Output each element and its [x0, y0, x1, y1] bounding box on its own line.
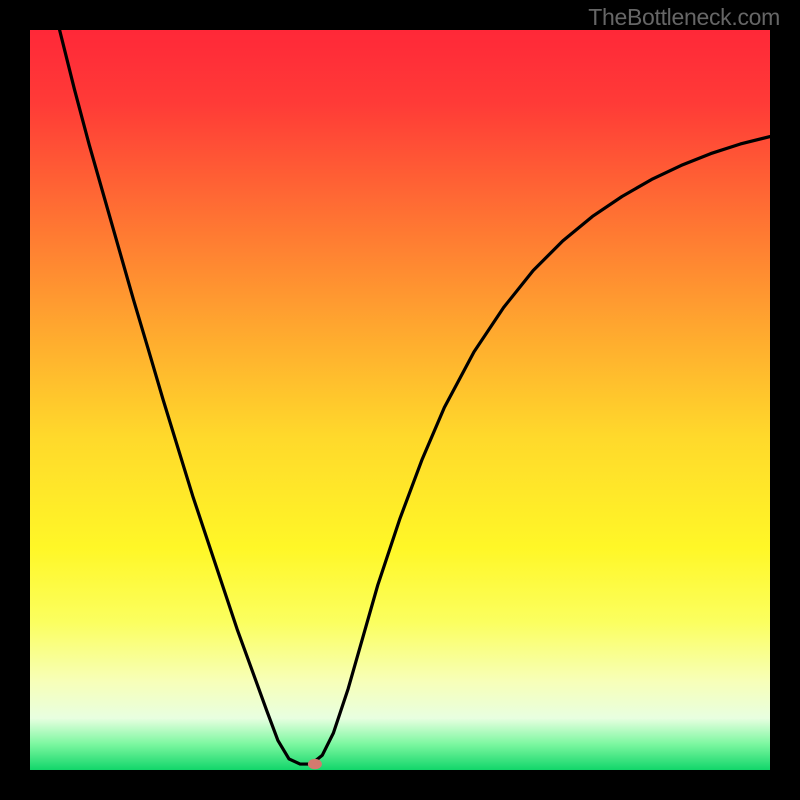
- bottleneck-chart: [30, 30, 770, 770]
- plot-area: [30, 30, 770, 770]
- watermark-text: TheBottleneck.com: [588, 4, 780, 31]
- chart-frame: TheBottleneck.com: [0, 0, 800, 800]
- gradient-background: [30, 30, 770, 770]
- optimal-point-marker: [308, 759, 322, 769]
